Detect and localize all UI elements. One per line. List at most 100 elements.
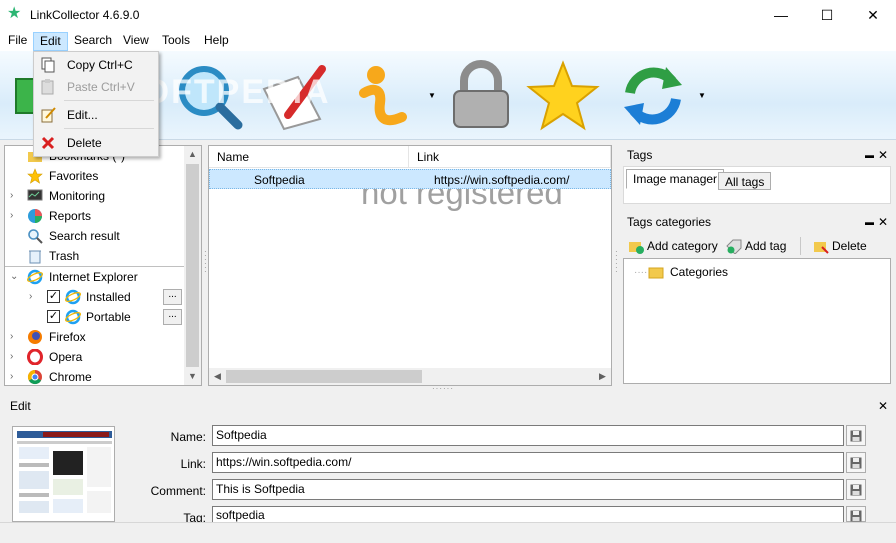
menu-copy-item[interactable]: Copy Ctrl+C — [34, 53, 158, 77]
panel-pin-icon[interactable]: ▬ — [865, 145, 874, 165]
tree-item-installed[interactable]: › ✓ Installed ... — [5, 287, 185, 307]
favorite-star-icon[interactable] — [526, 59, 600, 133]
list-horizontal-scrollbar[interactable]: ◀ ▶ — [209, 368, 611, 385]
portable-more-button[interactable]: ... — [163, 309, 182, 325]
name-field[interactable]: Softpedia — [212, 425, 844, 446]
tag-field[interactable]: softpedia — [212, 506, 844, 522]
save-disk-icon — [850, 430, 862, 442]
panel-close-icon[interactable]: ✕ — [878, 212, 888, 232]
lock-icon[interactable] — [444, 59, 518, 133]
vertical-splitter-handle[interactable]: · · · · · · — [615, 248, 618, 276]
add-tag-icon — [726, 239, 742, 254]
tree-item-favorites[interactable]: Favorites — [5, 166, 185, 186]
tag-categories-title: Tags categories — [627, 215, 712, 229]
expand-chevron-icon[interactable]: › — [10, 331, 20, 342]
opera-icon — [27, 349, 43, 365]
expand-chevron-icon[interactable]: › — [10, 371, 20, 382]
tree-item-opera[interactable]: › Opera — [5, 347, 185, 367]
column-header-link[interactable]: Link — [409, 146, 611, 168]
scroll-thumb[interactable] — [186, 164, 199, 367]
save-name-button[interactable] — [846, 425, 866, 446]
internet-explorer-icon — [65, 309, 81, 325]
installed-more-button[interactable]: ... — [163, 289, 182, 305]
save-link-button[interactable] — [846, 452, 866, 473]
save-disk-icon — [850, 484, 862, 496]
tab-all-tags[interactable]: All tags — [718, 172, 772, 190]
panel-close-icon[interactable]: ✕ — [878, 145, 888, 165]
chrome-icon — [27, 369, 42, 385]
paste-icon — [41, 79, 54, 95]
edit-panel-title: Edit — [10, 399, 31, 413]
menu-file[interactable]: File — [2, 32, 33, 51]
edit-menu-dropdown: Copy Ctrl+C Paste Ctrl+V Edit... Delete — [33, 51, 159, 157]
save-comment-button[interactable] — [846, 479, 866, 500]
tree-item-chrome[interactable]: › Chrome — [5, 367, 185, 387]
menu-separator — [64, 100, 154, 101]
menu-delete-item[interactable]: Delete — [34, 131, 158, 155]
expand-chevron-icon[interactable]: › — [10, 351, 20, 362]
tree-item-internet-explorer[interactable]: ⌄ Internet Explorer — [5, 267, 185, 287]
menu-search[interactable]: Search — [68, 32, 118, 51]
tree-vertical-scrollbar[interactable]: ▲ ▼ — [184, 146, 201, 385]
website-preview-image — [13, 427, 114, 521]
menu-edit[interactable]: Edit — [33, 32, 68, 51]
tags-tab-container: Image manager All tags — [623, 166, 891, 204]
firefox-icon — [28, 330, 42, 344]
menu-view[interactable]: View — [117, 32, 155, 51]
menu-help[interactable]: Help — [198, 32, 235, 51]
portable-checkbox[interactable]: ✓ — [47, 310, 60, 323]
scroll-left-icon[interactable]: ◀ — [209, 368, 226, 385]
tab-image-manager[interactable]: Image manager — [626, 169, 725, 189]
tree-item-trash[interactable]: Trash — [5, 246, 185, 266]
maximize-button[interactable]: ☐ — [804, 0, 850, 30]
delete-folder-icon — [814, 242, 829, 254]
scroll-thumb[interactable] — [226, 370, 422, 383]
close-button[interactable]: ✕ — [850, 0, 896, 30]
search-icon — [28, 229, 43, 244]
expand-chevron-icon[interactable]: › — [29, 291, 39, 302]
menu-edit-item[interactable]: Edit... — [34, 103, 158, 127]
minimize-button[interactable]: — — [758, 0, 804, 30]
row-link: https://win.softpedia.com/ — [434, 173, 570, 187]
tree-item-firefox[interactable]: › Firefox — [5, 327, 185, 347]
column-header-name[interactable]: Name — [209, 146, 409, 168]
tree-item-reports[interactable]: › Reports — [5, 206, 185, 226]
edit-icon — [41, 107, 56, 123]
horizontal-splitter-handle[interactable]: ······ — [432, 385, 454, 393]
tags-panel-header: Tags ▬ ✕ — [620, 145, 892, 165]
status-bar — [0, 522, 896, 543]
star-icon — [27, 168, 43, 184]
panel-close-icon[interactable]: ✕ — [878, 396, 888, 416]
scroll-down-icon[interactable]: ▼ — [184, 368, 201, 385]
save-tag-button[interactable] — [846, 506, 866, 522]
edit-panel: Name: Softpedia Link: https://win.softpe… — [0, 416, 896, 525]
refresh-icon[interactable] — [616, 59, 690, 133]
pie-chart-icon — [28, 209, 42, 223]
comment-label: Comment: — [150, 484, 206, 498]
expand-chevron-icon[interactable]: › — [10, 210, 20, 221]
vertical-splitter-handle[interactable]: · · · · · · — [204, 248, 207, 276]
comment-field[interactable]: This is Softpedia — [212, 479, 844, 500]
info-dropdown-icon[interactable]: ▼ — [428, 91, 436, 100]
expand-chevron-icon[interactable]: › — [10, 190, 20, 201]
link-field[interactable]: https://win.softpedia.com/ — [212, 452, 844, 473]
tree-item-search-result[interactable]: Search result — [5, 226, 185, 246]
menu-tools[interactable]: Tools — [156, 32, 196, 51]
tag-categories-toolbar: Add category Add tag Delete — [623, 234, 891, 258]
scroll-up-icon[interactable]: ▲ — [184, 146, 201, 163]
menu-paste-item[interactable]: Paste Ctrl+V — [34, 75, 158, 99]
info-icon[interactable] — [350, 59, 424, 133]
monitor-icon — [27, 189, 43, 201]
refresh-dropdown-icon[interactable]: ▼ — [698, 91, 706, 100]
toolbar-separator — [800, 237, 801, 255]
installed-checkbox[interactable]: ✓ — [47, 290, 60, 303]
tree-item-monitoring[interactable]: › Monitoring — [5, 186, 185, 206]
panel-pin-icon[interactable]: ▬ — [865, 212, 874, 232]
scroll-right-icon[interactable]: ▶ — [594, 368, 611, 385]
app-star-icon: ★ — [7, 5, 22, 22]
collapse-chevron-icon[interactable]: ⌄ — [10, 271, 20, 282]
link-label: Link: — [180, 457, 206, 471]
table-row[interactable]: Softpedia https://win.softpedia.com/ — [209, 169, 611, 189]
tree-item-portable[interactable]: ✓ Portable ... — [5, 307, 185, 327]
page-thumbnail — [12, 426, 115, 522]
